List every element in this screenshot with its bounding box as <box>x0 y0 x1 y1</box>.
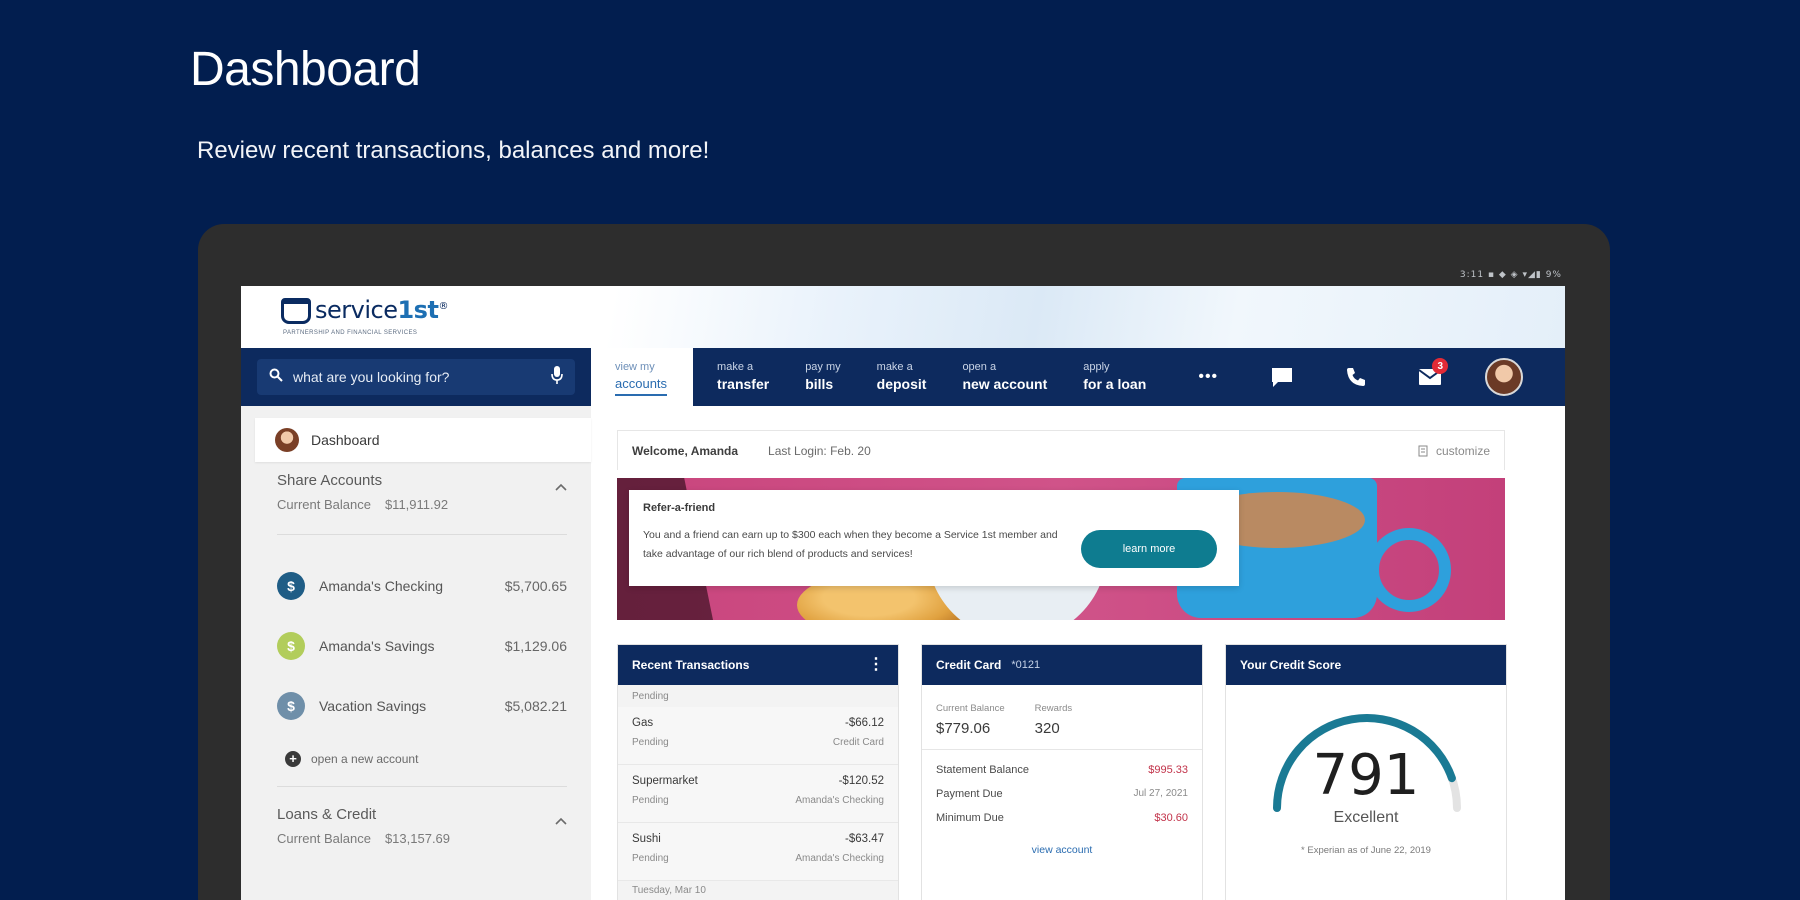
current-balance: $779.06 <box>936 720 991 737</box>
mail-badge: 3 <box>1432 358 1449 374</box>
account-row-vacation[interactable]: $ Vacation Savings $5,082.21 <box>277 691 567 721</box>
refer-body: You and a friend can earn up to $300 eac… <box>643 529 1058 560</box>
page-subtitle: Review recent transactions, balances and… <box>197 137 710 164</box>
brand-header: service1st® PARTNERSHIP AND FINANCIAL SE… <box>241 286 1565 348</box>
minimum-due-row: Minimum Due $30.60 <box>936 812 1188 824</box>
group-balance: Current Balance $13,157.69 <box>277 831 451 846</box>
sidebar: Dashboard Share Accounts Current Balance… <box>241 406 591 900</box>
nav-open-account[interactable]: open a new account <box>938 348 1059 406</box>
learn-more-button[interactable]: learn more <box>1081 530 1217 568</box>
dollar-icon: $ <box>277 692 305 720</box>
credit-score-card: Your Credit Score 791 Excellent * Experi… <box>1225 644 1507 900</box>
card-header: Recent Transactions ⋮ <box>618 645 898 685</box>
welcome-bar: Welcome, Amanda Last Login: Feb. 20 cust… <box>617 430 1505 470</box>
dollar-icon: $ <box>277 632 305 660</box>
more-icon[interactable]: ••• <box>1180 348 1236 406</box>
nav-view-accounts[interactable]: view my accounts <box>591 348 694 406</box>
search-icon[interactable] <box>269 368 283 387</box>
chevron-up-icon[interactable] <box>555 812 567 828</box>
app-screen: service1st® PARTNERSHIP AND FINANCIAL SE… <box>241 286 1565 900</box>
view-account-link[interactable]: view account <box>922 844 1202 856</box>
account-row-savings[interactable]: $ Amanda's Savings $1,129.06 <box>277 631 567 661</box>
page-title: Dashboard <box>190 43 421 96</box>
divider <box>277 786 567 787</box>
kebab-menu-icon[interactable]: ⋮ <box>868 657 884 673</box>
sidebar-item-label: Dashboard <box>311 432 380 448</box>
nav-pay-bills[interactable]: pay my bills <box>781 348 852 406</box>
divider <box>277 534 567 535</box>
group-balance: Current Balance $11,911.92 <box>277 497 449 512</box>
dollar-icon: $ <box>277 572 305 600</box>
refer-title: Refer-a-friend <box>643 502 716 514</box>
cc-summary: Current Balance $779.06 Rewards 320 <box>922 685 1202 750</box>
open-account-link[interactable]: + open a new account <box>285 751 418 767</box>
chat-icon[interactable] <box>1254 348 1310 406</box>
date-header: Tuesday, Mar 10 <box>618 881 898 900</box>
search-bar-container <box>241 348 591 406</box>
account-row-checking[interactable]: $ Amanda's Checking $5,700.65 <box>277 571 567 601</box>
avatar <box>275 428 299 452</box>
credit-score-value: 791 <box>1312 743 1420 808</box>
edit-icon <box>1418 445 1428 456</box>
statement-balance-row: Statement Balance $995.33 <box>936 764 1188 776</box>
profile-avatar[interactable] <box>1476 348 1532 406</box>
nav-make-transfer[interactable]: make a transfer <box>693 348 781 406</box>
customize-button[interactable]: customize <box>1418 444 1490 458</box>
share-accounts-group[interactable]: Share Accounts Current Balance $11,911.92 <box>277 472 567 512</box>
promo-banner: Refer-a-friend You and a friend can earn… <box>617 478 1505 620</box>
recent-transactions-card: Recent Transactions ⋮ Pending Gas -$66.12… <box>617 644 899 900</box>
table-row[interactable]: Supermarket -$120.52 Pending Amanda's Chec… <box>618 765 898 823</box>
credit-score-rating: Excellent <box>1333 809 1399 826</box>
phone-icon[interactable] <box>1328 348 1384 406</box>
logo-tagline: PARTNERSHIP AND FINANCIAL SERVICES <box>283 330 418 336</box>
plus-icon: + <box>285 751 301 767</box>
cc-details: Statement Balance $995.33 Payment Due Jul … <box>922 750 1202 836</box>
card-header: Credit Card *0121 <box>922 645 1202 685</box>
loans-credit-group[interactable]: Loans & Credit Current Balance $13,157.69 <box>277 806 567 846</box>
group-title: Loans & Credit <box>277 806 377 823</box>
avatar <box>1485 358 1524 396</box>
payment-due-row: Payment Due Jul 27, 2021 <box>936 788 1188 800</box>
top-nav: view my accounts make a transfer pay my bil… <box>591 348 1565 406</box>
credit-score-asof: * Experian as of June 22, 2019 <box>1301 845 1431 856</box>
pending-header: Pending <box>618 685 898 707</box>
table-row[interactable]: Sushi -$63.47 Pending Amanda's Checking <box>618 823 898 881</box>
card-header: Your Credit Score <box>1226 645 1506 685</box>
credit-card-card: Credit Card *0121 Current Balance $779.0… <box>921 644 1203 900</box>
nav-make-deposit[interactable]: make a deposit <box>853 348 939 406</box>
sidebar-item-dashboard[interactable]: Dashboard <box>255 418 591 462</box>
refer-card: Refer-a-friend You and a friend can earn… <box>629 490 1239 586</box>
group-title: Share Accounts <box>277 472 383 489</box>
mail-icon[interactable]: 3 <box>1402 348 1458 406</box>
search-input[interactable] <box>293 369 541 385</box>
last-login: Last Login: Feb. 20 <box>768 443 871 458</box>
logo[interactable]: service1st® <box>281 296 448 324</box>
credit-gauge: 791 Excellent * Experian as of June 22, … <box>1226 685 1506 900</box>
logo-mark <box>281 298 311 324</box>
welcome-text: Welcome, Amanda <box>632 443 739 458</box>
search-bar[interactable] <box>257 359 575 395</box>
rewards: 320 <box>1034 720 1060 737</box>
chevron-up-icon[interactable] <box>555 478 567 494</box>
table-row[interactable]: Gas -$66.12 Pending Credit Card <box>618 707 898 765</box>
logo-text: service1st® <box>315 296 448 324</box>
status-bar: 3:11 ▪ ◆ ◈ ▾◢▮ 9% <box>1459 270 1562 280</box>
mic-icon[interactable] <box>551 365 563 389</box>
nav-apply-loan[interactable]: apply for a loan <box>1059 348 1158 406</box>
tablet-frame: 3:11 ▪ ◆ ◈ ▾◢▮ 9% service1st® PARTNERSHI… <box>198 224 1610 900</box>
